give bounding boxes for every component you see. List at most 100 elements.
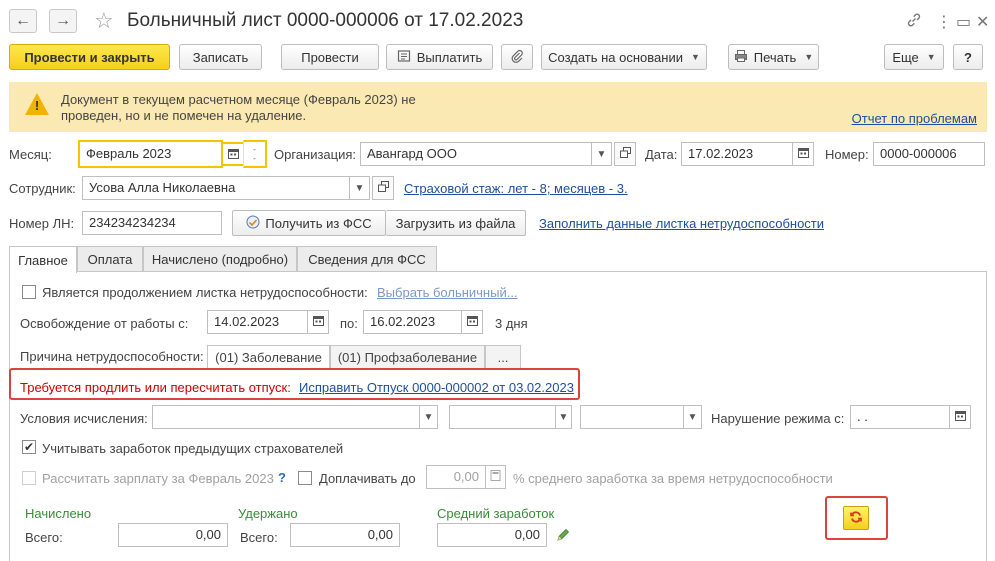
reason-prof-disease-toggle[interactable]: (01) Профзаболевание	[330, 345, 485, 369]
vacation-warning-text: Требуется продлить или пересчитать отпус…	[20, 380, 291, 395]
employee-label: Сотрудник:	[9, 181, 76, 196]
continuation-checkbox[interactable]	[22, 285, 36, 299]
choose-sick-leave-link[interactable]: Выбрать больничный...	[377, 285, 518, 300]
link-icon[interactable]	[906, 12, 922, 33]
extra-pay-label: Доплачивать до	[319, 471, 416, 486]
calc-condition-1-input[interactable]	[152, 405, 420, 429]
extra-pay-suffix: % среднего заработка за время нетрудоспо…	[513, 471, 833, 486]
calc-condition-3-input[interactable]	[580, 405, 684, 429]
paperclip-icon	[510, 49, 524, 66]
recalculate-button[interactable]	[843, 506, 869, 530]
arrow-left-icon: ←	[15, 12, 31, 29]
tab-fss-info[interactable]: Сведения для ФСС	[297, 246, 437, 272]
avg-earnings-value: 0,00	[437, 523, 547, 547]
page-title: Больничный лист 0000-000006 от 17.02.202…	[127, 10, 524, 31]
days-count: 3 дня	[495, 316, 528, 331]
more-label: Еще	[892, 49, 919, 65]
help-question-icon[interactable]: ?	[278, 470, 286, 485]
ln-number-input[interactable]: 234234234234	[82, 211, 222, 235]
more-menu-icon[interactable]: ⋮	[936, 12, 952, 32]
extra-pay-calc-button[interactable]	[486, 465, 506, 489]
withheld-total-label: Всего:	[240, 530, 278, 545]
accrued-title: Начислено	[25, 506, 92, 521]
calc-salary-checkbox[interactable]	[22, 471, 36, 485]
fss-icon	[246, 215, 260, 232]
star-icon[interactable]: ☆	[94, 8, 114, 34]
calc-condition-1-dropdown[interactable]: ▼	[420, 405, 438, 429]
tab-payment[interactable]: Оплата	[77, 246, 143, 272]
release-from-label: Освобождение от работы с:	[20, 316, 189, 331]
release-to-input[interactable]: 16.02.2023	[363, 310, 462, 334]
calc-condition-2-input[interactable]	[449, 405, 556, 429]
prev-insurers-label: Учитывать заработок предыдущих страховат…	[42, 441, 344, 456]
extra-pay-checkbox[interactable]	[298, 471, 312, 485]
arrow-right-icon: →	[55, 12, 71, 29]
problems-report-link[interactable]: Отчет по проблемам	[852, 111, 977, 126]
violation-date-input[interactable]: . .	[850, 405, 950, 429]
caret-down-icon: ▼	[423, 411, 434, 423]
stepper-down-icon[interactable]: -	[253, 154, 256, 163]
calc-condition-3-dropdown[interactable]: ▼	[684, 405, 702, 429]
extra-pay-input[interactable]: 0,00	[426, 465, 486, 489]
date-input[interactable]: 17.02.2023	[681, 142, 793, 166]
ln-number-label: Номер ЛН:	[9, 216, 75, 231]
tab-main[interactable]: Главное	[9, 246, 77, 273]
date-calendar-button[interactable]	[793, 142, 814, 166]
warning-message: Документ в текущем расчетном месяце (Фев…	[61, 92, 416, 123]
month-input[interactable]: Февраль 2023	[78, 140, 223, 168]
reason-disease-toggle[interactable]: (01) Заболевание	[207, 345, 330, 369]
reason-more-button[interactable]: ...	[485, 345, 521, 369]
pencil-icon[interactable]	[555, 527, 571, 546]
calendar-icon	[797, 147, 809, 161]
calculator-icon	[490, 470, 501, 484]
forward-button[interactable]: →	[49, 9, 77, 33]
violation-calendar-button[interactable]	[950, 405, 971, 429]
employee-open-button[interactable]	[372, 176, 394, 200]
help-button[interactable]: ?	[953, 44, 983, 70]
restore-icon[interactable]: ▭	[956, 12, 971, 32]
caret-down-icon: ▼	[354, 182, 365, 194]
load-from-file-button[interactable]: Загрузить из файла	[386, 210, 526, 236]
close-icon[interactable]: ✕	[976, 12, 989, 32]
organization-label: Организация:	[274, 147, 357, 162]
calc-condition-2-dropdown[interactable]: ▼	[556, 405, 572, 429]
organization-open-button[interactable]	[614, 142, 636, 166]
tab-accrued-detailed[interactable]: Начислено (подробно)	[143, 246, 297, 272]
employee-input[interactable]: Усова Алла Николаевна	[82, 176, 350, 200]
organization-dropdown[interactable]: ▼	[592, 142, 612, 166]
release-from-input[interactable]: 14.02.2023	[207, 310, 308, 334]
reason-label: Причина нетрудоспособности:	[20, 349, 204, 364]
get-from-fss-button[interactable]: Получить из ФСС	[232, 210, 386, 236]
number-input[interactable]: 0000-000006	[873, 142, 985, 166]
print-button[interactable]: Печать ▼	[728, 44, 819, 70]
create-based-on-button[interactable]: Создать на основании ▼	[541, 44, 707, 70]
caret-down-icon: ▼	[558, 411, 569, 423]
insurance-experience-link[interactable]: Страховой стаж: лет - 8; месяцев - 3.	[404, 181, 628, 196]
prev-insurers-checkbox[interactable]: ✔	[22, 440, 36, 454]
back-button[interactable]: ←	[9, 9, 37, 33]
open-window-icon	[377, 181, 389, 195]
calendar-button[interactable]	[223, 142, 243, 166]
release-to-calendar-button[interactable]	[462, 310, 483, 334]
post-button[interactable]: Провести	[281, 44, 379, 70]
organization-input[interactable]: Авангард ООО	[360, 142, 592, 166]
stepper-up-icon[interactable]: -	[253, 145, 256, 154]
get-from-fss-label: Получить из ФСС	[265, 215, 372, 231]
month-label: Месяц:	[9, 147, 52, 162]
caret-down-icon: ▼	[804, 52, 814, 62]
employee-dropdown[interactable]: ▼	[350, 176, 370, 200]
attach-button[interactable]	[501, 44, 533, 70]
fix-vacation-link[interactable]: Исправить Отпуск 0000-000002 от 03.02.20…	[299, 380, 574, 395]
fill-sick-leave-link[interactable]: Заполнить данные листка нетрудоспособнос…	[539, 216, 824, 231]
more-button[interactable]: Еще ▼	[884, 44, 944, 70]
post-and-close-button[interactable]: Провести и закрыть	[9, 44, 170, 70]
calc-salary-label: Рассчитать зарплату за Февраль 2023	[42, 471, 274, 486]
release-to-label: по:	[340, 316, 358, 331]
month-stepper[interactable]: - -	[243, 140, 267, 168]
calendar-icon	[466, 315, 478, 329]
release-from-calendar-button[interactable]	[308, 310, 329, 334]
open-window-icon	[619, 147, 631, 161]
withheld-title: Удержано	[238, 506, 298, 521]
pay-button[interactable]: Выплатить	[386, 44, 493, 70]
save-button[interactable]: Записать	[179, 44, 262, 70]
